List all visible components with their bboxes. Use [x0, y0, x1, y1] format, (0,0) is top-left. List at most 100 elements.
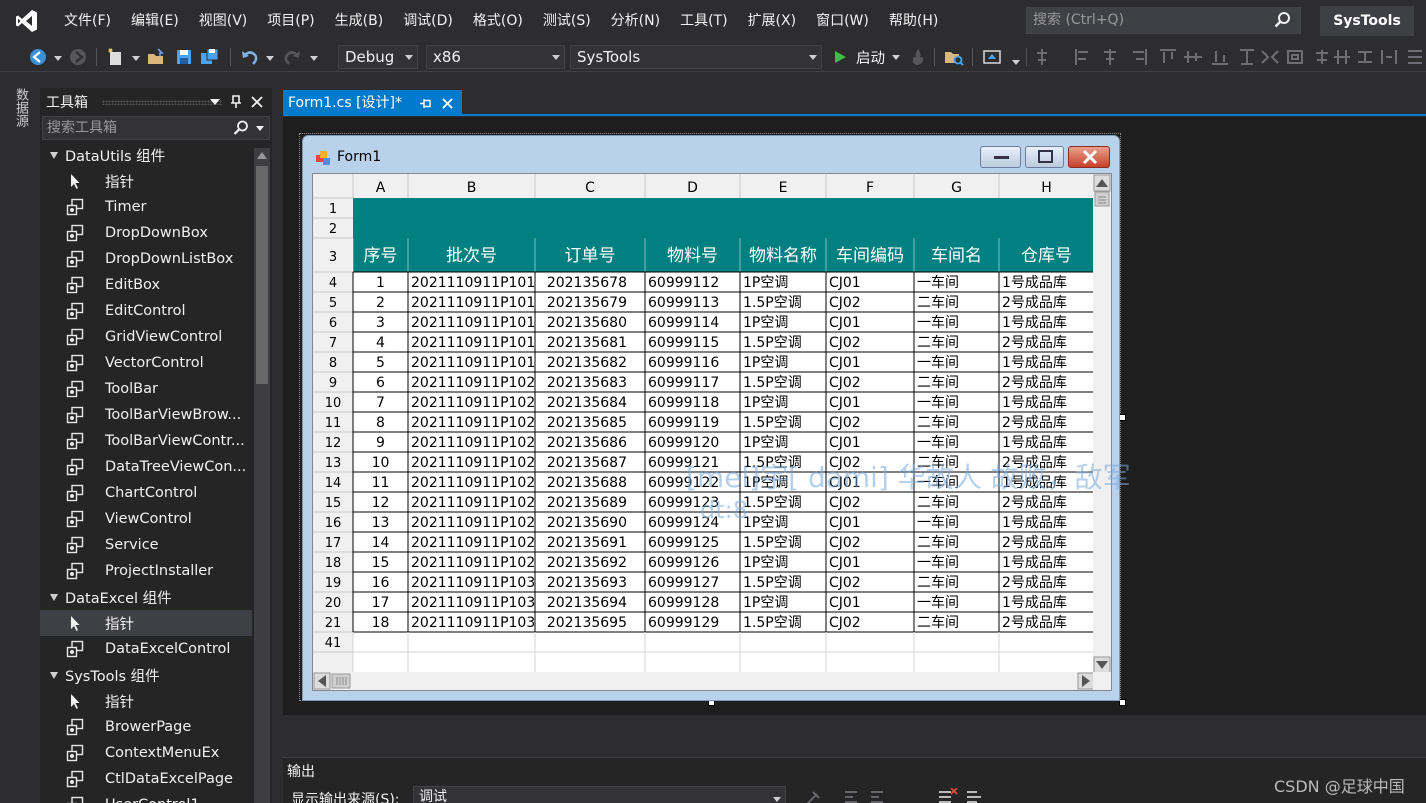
menu-item[interactable]: 编辑(E)	[121, 0, 189, 42]
menu-item[interactable]: 视图(V)	[189, 0, 258, 42]
visual-studio-logo-icon[interactable]	[0, 0, 54, 42]
toolbox-group-header[interactable]: DataExcel 组件	[40, 584, 252, 610]
data-excel-control[interactable]: A B C D E F G H 1 2 3 序号 批次号 订单号 物料号 物料名称 车间编码 车间名 仓库号 4 1 20…	[312, 173, 1112, 691]
solution-configuration-select[interactable]: Debug	[338, 45, 418, 69]
toolbox-item[interactable]: CtlDataExcelPage	[40, 766, 252, 792]
toolbox-item[interactable]: DropDownListBox	[40, 246, 252, 272]
window-position-dropdown-icon[interactable]	[210, 97, 220, 107]
toolbox-item[interactable]: BrowerPage	[40, 714, 252, 740]
toolbox-item[interactable]: EditControl	[40, 298, 252, 324]
toolbox-item-pointer[interactable]: 指针	[40, 168, 252, 194]
toolbox-item[interactable]: Service	[40, 532, 252, 558]
toolbox-drag-grip[interactable]	[102, 100, 222, 105]
form1-window[interactable]: Form1 A B C D E F G H 1 2 3 序号 批次号 订单号 物料号 物料名称 车间编码 车间名仓…	[302, 135, 1120, 701]
save-all-icon[interactable]	[200, 47, 220, 67]
scroll-up-icon[interactable]	[257, 152, 267, 159]
menu-item[interactable]: 帮助(H)	[879, 0, 948, 42]
data-cell: CJ01	[829, 475, 861, 491]
toolbox-item[interactable]: ProjectInstaller	[40, 558, 252, 584]
maximize-button[interactable]	[1025, 146, 1064, 168]
toolbox-item[interactable]: ChartControl	[40, 480, 252, 506]
expand-triangle-icon[interactable]	[50, 593, 58, 601]
column-header-cell: 序号	[364, 246, 398, 266]
menu-item[interactable]: 格式(O)	[463, 0, 533, 42]
data-cell: 2021110911P103	[411, 575, 535, 591]
toolbox-item[interactable]: ToolBarViewContr...	[40, 428, 252, 454]
toolbox-item[interactable]: VectorControl	[40, 350, 252, 376]
tab-form1-designer[interactable]: Form1.cs [设计]*	[283, 90, 462, 116]
data-sources-tab[interactable]: 数据源	[10, 88, 28, 127]
menu-item[interactable]: 工具(T)	[670, 0, 737, 42]
toolbox-item[interactable]: ViewControl	[40, 506, 252, 532]
solution-platform-select[interactable]: x86	[426, 45, 565, 69]
spreadsheet-grid[interactable]: A B C D E F G H123 序号 批次号 订单号 物料号 物料名称 车间编码 车间名 仓库号4 1 20…	[313, 174, 1095, 674]
redo-icon[interactable]	[282, 47, 302, 67]
start-debugging-button[interactable]: 启动	[832, 45, 900, 69]
startup-project-select[interactable]: SysTools	[570, 45, 822, 69]
expand-triangle-icon[interactable]	[50, 151, 58, 159]
resize-handle-southeast[interactable]	[1119, 699, 1126, 706]
toolbox-item[interactable]: DataExcelControl	[40, 636, 252, 662]
expand-triangle-icon[interactable]	[50, 671, 58, 679]
data-cell: 2021110911P102	[411, 475, 535, 491]
toolbox-item[interactable]: EditBox	[40, 272, 252, 298]
output-toolbar-icons[interactable]	[805, 788, 1025, 803]
navigate-back-icon[interactable]	[28, 47, 48, 67]
menu-item[interactable]: 文件(F)	[54, 0, 121, 42]
hot-reload-icon[interactable]	[908, 47, 928, 67]
menu-item[interactable]: 调试(D)	[393, 0, 463, 42]
column-header-band[interactable]	[313, 174, 1095, 198]
new-project-icon[interactable]	[106, 47, 126, 67]
menu-item[interactable]: 窗口(W)	[806, 0, 879, 42]
menu-item[interactable]: 分析(N)	[601, 0, 670, 42]
solution-name-badge[interactable]: SysTools	[1320, 6, 1414, 36]
quick-launch-search-input[interactable]: 搜索 (Ctrl+Q)	[1026, 7, 1301, 34]
layout-dropdown-icon[interactable]	[1012, 60, 1020, 65]
toolbox-item-pointer[interactable]: 指针	[40, 610, 252, 636]
toolbox-group-header[interactable]: DataUtils 组件	[40, 142, 252, 168]
redo-dropdown-icon[interactable]	[310, 56, 318, 61]
row-number: 18	[325, 556, 342, 571]
toolbox-group-header[interactable]: SysTools 组件	[40, 662, 252, 688]
toolbox-scrollbar[interactable]	[254, 148, 270, 803]
close-icon[interactable]	[251, 96, 263, 108]
close-window-button[interactable]	[1068, 146, 1110, 168]
toolbox-item[interactable]: Timer	[40, 194, 252, 220]
toolbox-item[interactable]: DropDownBox	[40, 220, 252, 246]
find-in-files-icon[interactable]	[944, 47, 964, 67]
pin-tab-icon[interactable]	[419, 98, 431, 109]
open-file-icon[interactable]	[146, 47, 166, 67]
minimize-button[interactable]	[980, 146, 1021, 168]
undo-dropdown-icon[interactable]	[266, 56, 274, 61]
toolbox-scrollbar-thumb[interactable]	[256, 166, 268, 384]
toolbox-item[interactable]: ToolBarViewBrow...	[40, 402, 252, 428]
column-header-cell: 物料名称	[749, 246, 817, 266]
toolbox-item[interactable]: GridViewControl	[40, 324, 252, 350]
data-cell: CJ02	[829, 535, 861, 551]
back-dropdown-icon[interactable]	[54, 56, 62, 61]
grid-horizontal-scrollbar[interactable]	[313, 672, 1095, 690]
toolbox-item[interactable]: ToolBar	[40, 376, 252, 402]
save-icon[interactable]	[174, 47, 194, 67]
toolbox-search-input[interactable]: 搜索工具箱	[42, 116, 270, 140]
search-options-dropdown-icon[interactable]	[256, 126, 264, 132]
resize-handle-east[interactable]	[1119, 414, 1126, 421]
new-dropdown-icon[interactable]	[132, 56, 140, 61]
toolbox-item-pointer[interactable]: 指针	[40, 688, 252, 714]
pin-icon[interactable]	[230, 95, 242, 109]
grid-vertical-scrollbar[interactable]	[1093, 174, 1111, 674]
browser-link-icon[interactable]	[982, 47, 1002, 67]
layout-align-toolbar-icons[interactable]	[1036, 47, 1426, 67]
start-label: 启动	[856, 50, 885, 67]
output-source-select[interactable]: 调试	[413, 786, 786, 803]
menu-item[interactable]: 项目(P)	[257, 0, 324, 42]
navigate-forward-icon[interactable]	[68, 47, 88, 67]
menu-item[interactable]: 测试(S)	[533, 0, 601, 42]
undo-icon[interactable]	[240, 47, 260, 67]
menu-item[interactable]: 扩展(X)	[738, 0, 807, 42]
close-tab-icon[interactable]	[442, 98, 453, 109]
toolbox-item[interactable]: UserControl1	[40, 792, 252, 803]
menu-item[interactable]: 生成(B)	[325, 0, 394, 42]
toolbox-item[interactable]: DataTreeViewCon...	[40, 454, 252, 480]
toolbox-item[interactable]: ContextMenuEx	[40, 740, 252, 766]
